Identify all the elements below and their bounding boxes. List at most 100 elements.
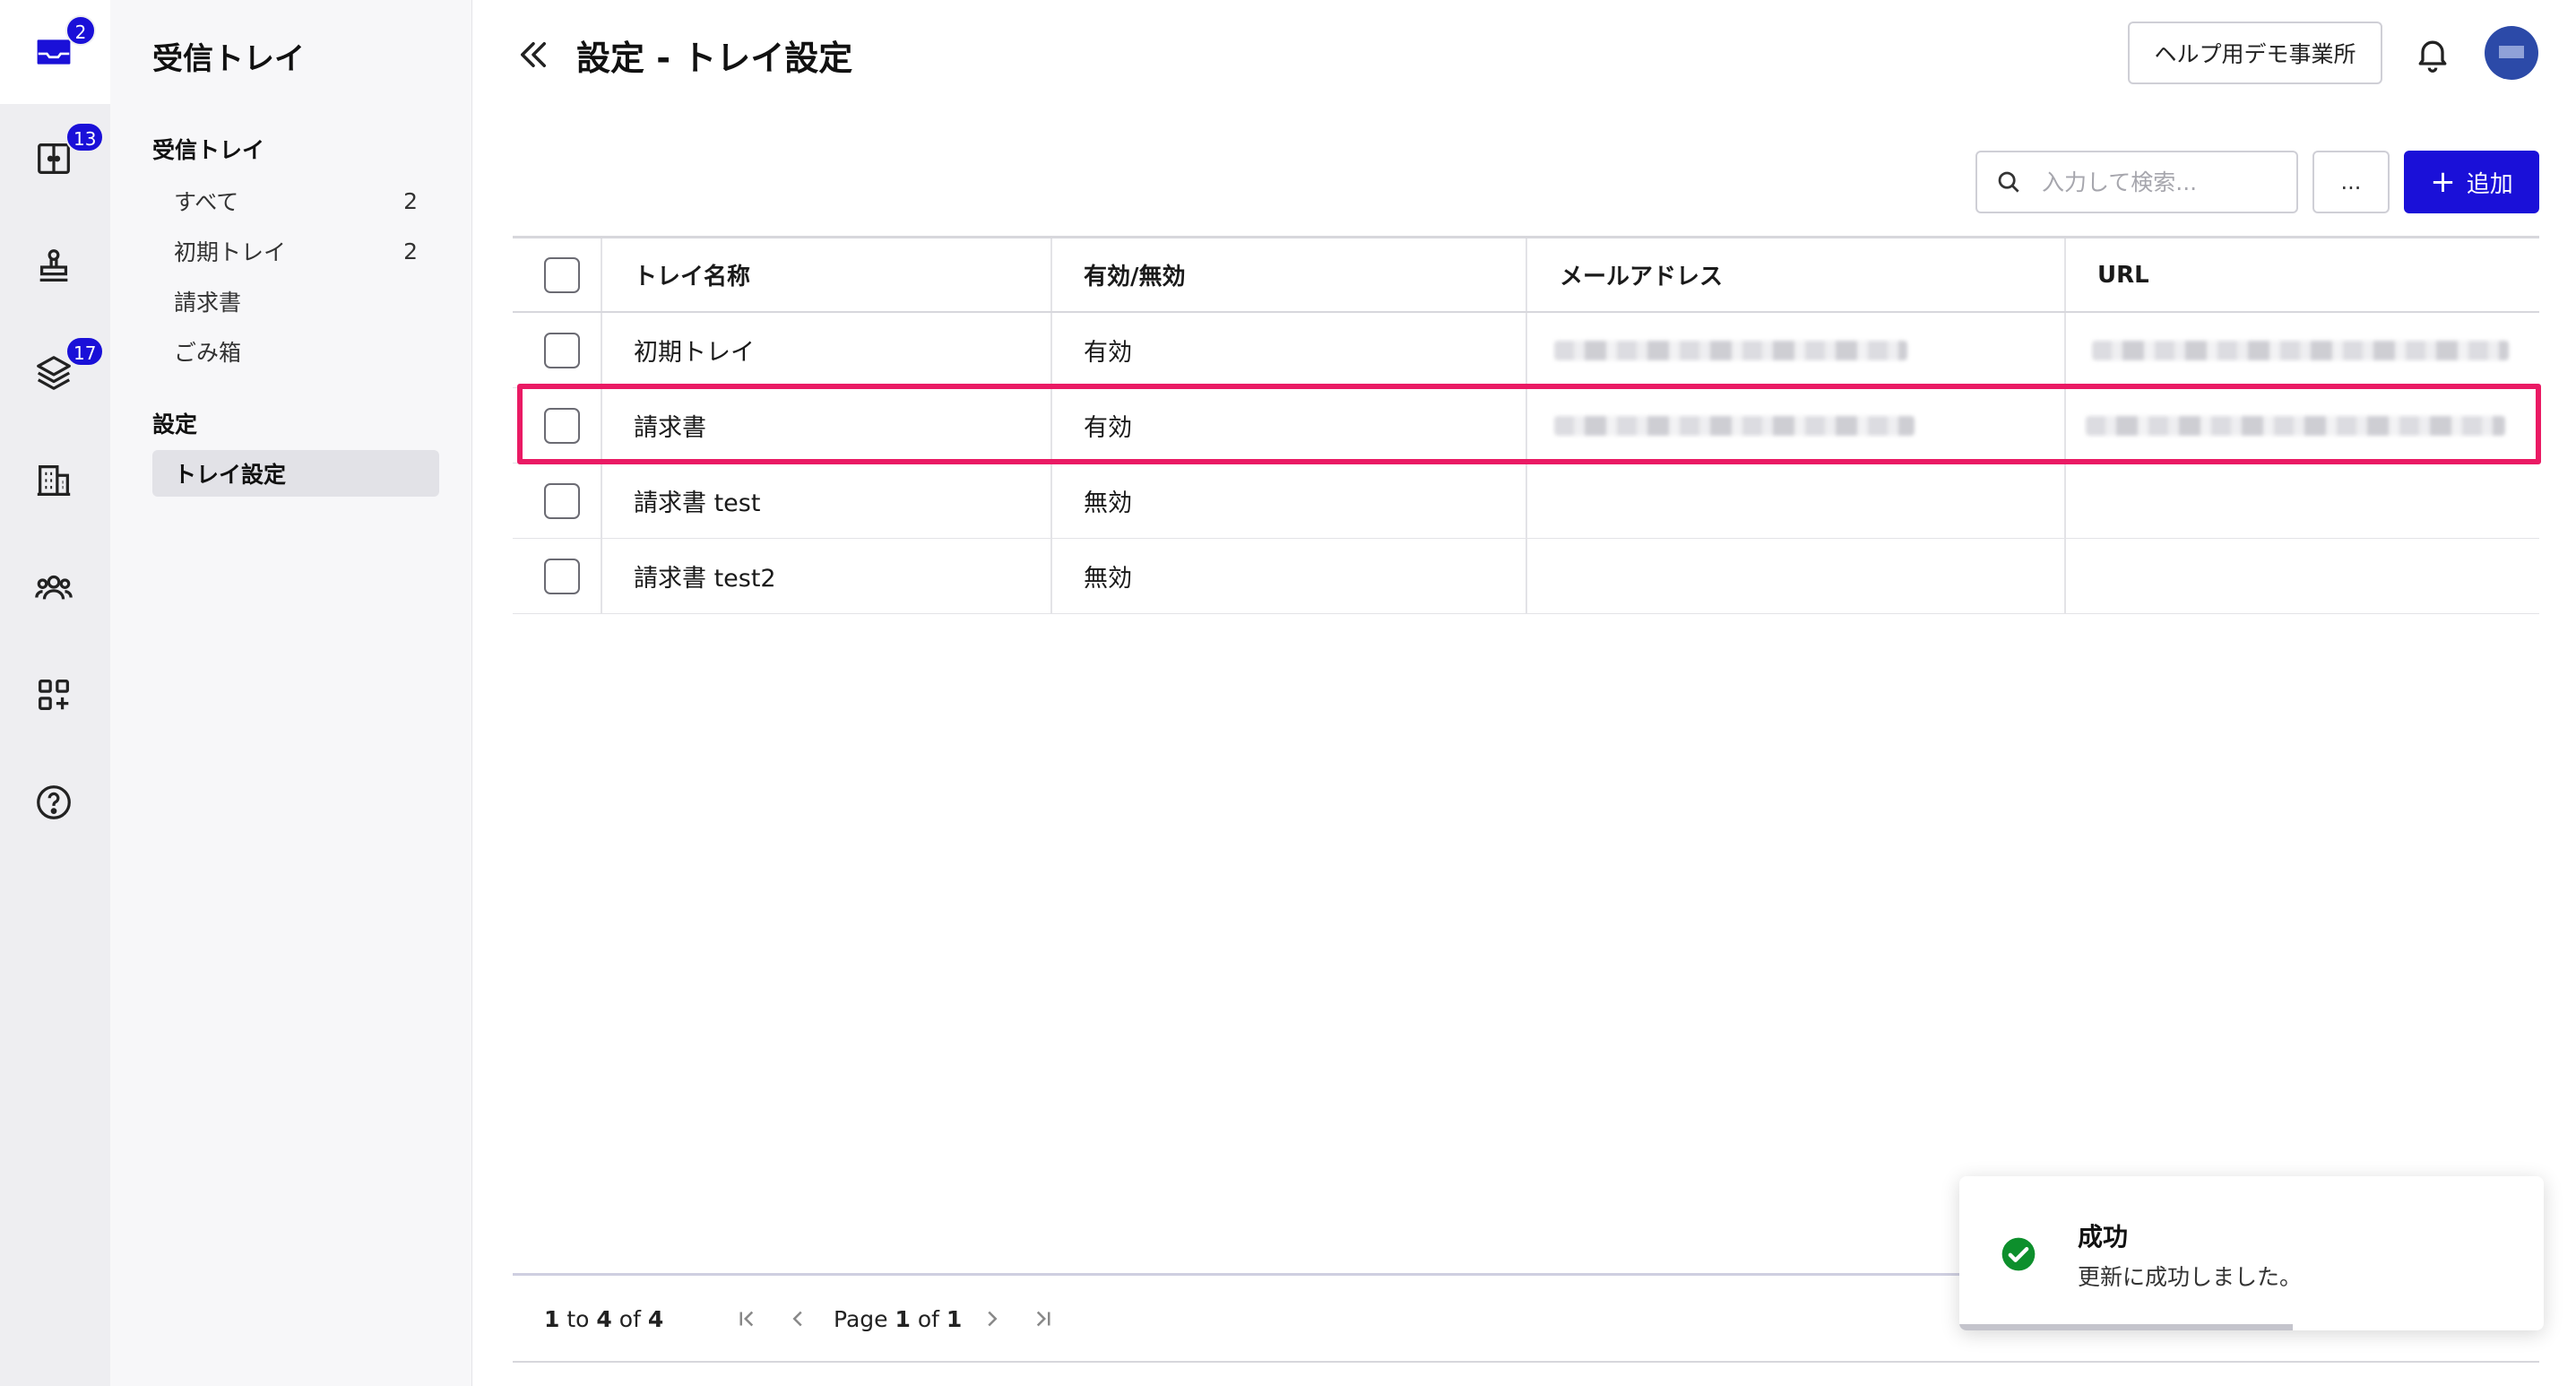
sidebar-item-trash[interactable]: ごみ箱 — [152, 328, 439, 375]
previous-page-icon[interactable] — [784, 1305, 811, 1332]
url-cell — [2086, 388, 2505, 463]
column-divider — [1526, 463, 1527, 538]
column-divider — [601, 388, 602, 463]
search-box — [1975, 151, 2298, 213]
column-header-email[interactable]: メールアドレス — [1560, 238, 1723, 311]
tray-status-cell: 無効 — [1084, 565, 1132, 593]
redacted-email — [1554, 415, 1915, 436]
rail-stamp-button[interactable] — [30, 242, 78, 290]
plus-icon: + — [2430, 164, 2456, 200]
table-row[interactable]: 初期トレイ 有効 — [513, 313, 2539, 388]
rail-inbox-button[interactable]: 2 — [30, 15, 96, 76]
column-divider — [1050, 313, 1052, 387]
building-icon — [37, 465, 71, 496]
column-header-status[interactable]: 有効/無効 — [1084, 238, 1186, 311]
office-selector-button[interactable]: ヘルプ用デモ事業所 — [2128, 22, 2382, 84]
tray-status-cell: 有効 — [1084, 339, 1132, 367]
column-divider — [1050, 463, 1052, 538]
row-checkbox[interactable] — [544, 482, 580, 519]
sidebar-item-count: 2 — [403, 238, 418, 264]
sidebar: 受信トレイ 受信トレイ すべて 2 初期トレイ 2 請求書 ごみ箱 設定 トレイ… — [110, 0, 472, 1386]
url-cell — [2092, 313, 2509, 387]
column-header-url[interactable]: URL — [2097, 238, 2149, 311]
check-circle-icon — [2001, 1237, 2036, 1271]
tray-status-cell: 無効 — [1084, 489, 1132, 517]
users-icon — [35, 575, 73, 600]
pagination-page-label: Page — [834, 1306, 888, 1332]
redacted-url — [2086, 415, 2505, 436]
sidebar-item-initial-tray[interactable]: 初期トレイ 2 — [152, 228, 439, 274]
toast-title: 成功 — [2078, 1222, 2129, 1252]
sidebar-item-label: 請求書 — [174, 290, 242, 316]
avatar[interactable] — [2485, 26, 2538, 80]
success-toast[interactable]: 成功 更新に成功しました。 — [1959, 1176, 2544, 1330]
stamp-icon — [39, 249, 68, 282]
pagination-bottom-border — [513, 1361, 2539, 1363]
row-checkbox[interactable] — [544, 332, 580, 368]
sidebar-item-label: すべて — [174, 189, 239, 215]
sidebar-section-settings: 設定 — [152, 411, 198, 437]
pagination-page: Page 1 of 1 — [834, 1306, 962, 1332]
select-all-checkbox[interactable] — [544, 256, 580, 293]
row-select-cell — [544, 539, 580, 613]
column-divider — [1526, 313, 1527, 387]
table-row[interactable]: 請求書 test 無効 — [513, 463, 2539, 539]
pagination-total: 4 — [647, 1306, 664, 1332]
pagination-current-page: 1 — [895, 1306, 911, 1332]
rail-apps-button[interactable] — [30, 671, 78, 719]
column-divider — [1050, 238, 1052, 311]
tray-name-cell: 請求書 test2 — [634, 565, 776, 593]
sidebar-item-all[interactable]: すべて 2 — [152, 178, 439, 224]
email-cell — [1554, 313, 1907, 387]
collapse-back-icon[interactable] — [514, 36, 552, 74]
column-header-name[interactable]: トレイ名称 — [634, 238, 750, 311]
column-divider — [2064, 388, 2066, 463]
table-header: トレイ名称 有効/無効 メールアドレス URL — [513, 236, 2539, 313]
column-divider — [2064, 313, 2066, 387]
help-icon — [37, 785, 71, 819]
icon-rail: 2 13 17 — [0, 0, 110, 1386]
sidebar-title: 受信トレイ — [152, 41, 305, 77]
rail-help-button[interactable] — [30, 778, 78, 827]
bell-icon[interactable] — [2413, 34, 2452, 74]
pagination-page-of-label: of — [917, 1306, 939, 1332]
tray-badge: 13 — [65, 122, 105, 152]
rail-layers-button[interactable]: 17 — [30, 336, 105, 397]
search-icon — [1998, 171, 2019, 193]
table-row[interactable]: 請求書 test2 無効 — [513, 539, 2539, 614]
inbox-badge: 2 — [65, 15, 96, 46]
rail-users-button[interactable] — [30, 563, 78, 611]
column-divider — [601, 539, 602, 613]
tray-name-cell: 請求書 — [634, 414, 706, 442]
rail-building-button[interactable] — [30, 456, 78, 505]
row-select-cell — [544, 388, 580, 463]
column-divider — [601, 313, 602, 387]
column-divider — [2064, 539, 2066, 613]
search-input[interactable] — [2042, 169, 2293, 195]
row-checkbox[interactable] — [544, 407, 580, 444]
next-page-icon[interactable] — [979, 1305, 1006, 1332]
sidebar-item-tray-settings[interactable]: トレイ設定 — [152, 450, 439, 497]
pagination-page-total: 1 — [946, 1306, 963, 1332]
add-button[interactable]: + 追加 — [2404, 151, 2539, 213]
column-divider — [2064, 463, 2066, 538]
last-page-icon[interactable] — [1030, 1305, 1057, 1332]
row-checkbox[interactable] — [544, 558, 580, 594]
tray-table: トレイ名称 有効/無効 メールアドレス URL 初期トレイ 有効 請求書 有効 … — [513, 236, 2539, 1273]
redacted-url — [2092, 340, 2509, 360]
toast-message: 更新に成功しました。 — [2078, 1264, 2303, 1290]
pagination-from: 1 — [544, 1306, 560, 1332]
column-divider — [601, 463, 602, 538]
column-divider — [1050, 388, 1052, 463]
email-cell — [1554, 388, 1915, 463]
first-page-icon[interactable] — [733, 1305, 760, 1332]
more-options-button[interactable]: ... — [2312, 151, 2390, 213]
rail-tray-button[interactable]: 13 — [30, 122, 105, 183]
sidebar-item-count: 2 — [403, 187, 418, 214]
column-divider — [1050, 539, 1052, 613]
row-select-cell — [544, 313, 580, 387]
sidebar-item-invoice[interactable]: 請求書 — [152, 278, 439, 325]
column-divider — [601, 238, 602, 311]
add-button-label: 追加 — [2466, 170, 2513, 198]
table-row[interactable]: 請求書 有効 — [513, 388, 2539, 463]
